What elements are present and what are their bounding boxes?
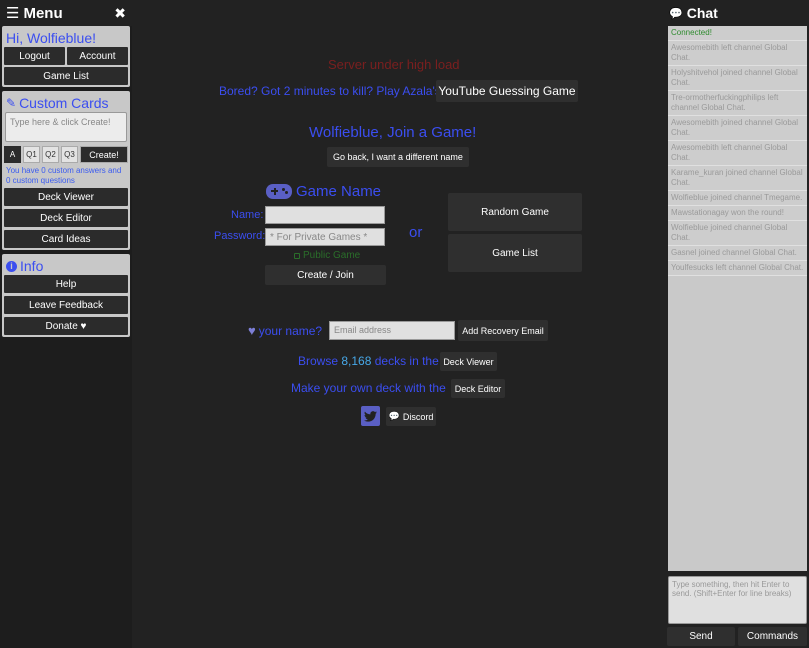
comment-icon: 💬 [388,411,400,421]
card-ideas-button[interactable]: Card Ideas [4,230,128,248]
account-button[interactable]: Account [67,47,128,65]
custom-cards-header: ✎ Custom Cards [4,93,128,112]
discord-label: Discord [402,411,434,422]
chat-bubble-icon: 💬 [669,7,683,20]
chat-message: Awesomebith left channel Global Chat. [668,141,807,166]
chat-message: Youlfesucks left channel Global Chat. [668,261,807,276]
info-title: Info [20,258,44,274]
help-button[interactable]: Help [4,275,128,293]
send-button[interactable]: Send [667,627,735,646]
load-banner: Server under high load [328,57,460,72]
chat-message-list[interactable]: Connected! Awesomebith left channel Glob… [668,26,807,571]
twitter-icon[interactable] [361,406,380,426]
browse-prefix: Browse [298,354,339,368]
game-name-header: Game Name [266,183,381,200]
menu-header: ☰ Menu ✖ [0,0,132,26]
add-recovery-email-button[interactable]: Add Recovery Email [458,320,548,341]
browse-text: Browse 8,168 decks in the [298,354,439,368]
game-name-input[interactable] [265,206,385,224]
password-label: Password: [214,230,266,242]
donate-button[interactable]: Donate ♥ [4,317,128,335]
account-panel: Hi, Wolfieblue! Logout Account Game List [2,26,130,87]
greeting: Hi, Wolfieblue! [6,30,97,46]
public-game-label: Public Game [303,250,361,261]
lock-icon [294,252,300,259]
chat-message: Wolfieblue joined channel Global Chat. [668,221,807,246]
deck-viewer-link-button[interactable]: Deck Viewer [440,352,497,371]
hamburger-icon: ☰ [6,5,20,22]
game-list-main-button[interactable]: Game List [448,234,582,272]
q1-type-button[interactable]: Q1 [23,146,40,163]
join-title: Wolfieblue, Join a Game! [309,124,477,141]
info-header: i Info [4,256,128,275]
recovery-prompt: ♥ your name? [248,323,322,338]
chat-message: Connected! [668,26,807,41]
close-icon[interactable]: ✖ [114,5,126,22]
public-game-status: Public Game [294,250,360,261]
custom-card-textarea[interactable]: Type here & click Create! [5,112,127,142]
commands-button[interactable]: Commands [738,627,807,646]
pencil-icon: ✎ [6,96,17,110]
create-card-button[interactable]: Create! [80,146,128,163]
custom-cards-note: You have 0 custom answers and 0 custom q… [6,166,122,185]
password-input[interactable]: * For Private Games * [265,228,385,246]
game-list-button[interactable]: Game List [4,67,128,85]
chat-message: Tre-ormotherfuckingphilips left channel … [668,91,807,116]
custom-cards-panel: ✎ Custom Cards Type here & click Create!… [2,91,130,250]
chat-input[interactable]: Type something, then hit Enter to send. … [668,576,807,624]
q3-type-button[interactable]: Q3 [61,146,78,163]
left-menu: ☰ Menu ✖ Hi, Wolfieblue! Logout Account … [0,0,132,648]
make-deck-text: Make your own deck with the [291,381,446,395]
gamepad-icon [266,184,292,199]
name-label: Name: [231,209,264,221]
deck-count: 8,168 [341,354,372,368]
deck-editor-button[interactable]: Deck Editor [4,209,128,227]
bored-text: Bored? Got 2 minutes to kill? Play Azala… [219,84,441,98]
deck-viewer-button[interactable]: Deck Viewer [4,188,128,206]
chat-message: Karame_kuran joined channel Global Chat. [668,166,807,191]
q2-type-button[interactable]: Q2 [42,146,59,163]
heart-icon: ♥ [248,323,256,338]
game-name-title: Game Name [296,183,382,200]
browse-suffix: decks in the [374,354,439,368]
go-back-button[interactable]: Go back, I want a different name [327,147,469,167]
youtube-game-button[interactable]: YouTube Guessing Game [436,80,578,102]
chat-message: Wolfieblue joined channel Tmegame. [668,191,807,206]
or-label: or [409,224,423,241]
discord-button[interactable]: 💬 Discord [386,407,436,426]
info-panel: i Info Help Leave Feedback Donate ♥ [2,254,130,337]
chat-title: Chat [686,5,718,21]
chat-panel: 💬 Chat Connected! Awesomebith left chann… [666,0,809,648]
deck-editor-link-button[interactable]: Deck Editor [451,379,505,398]
your-name-label: your name? [258,323,323,338]
chat-header: 💬 Chat [666,0,809,26]
leave-feedback-button[interactable]: Leave Feedback [4,296,128,314]
random-game-button[interactable]: Random Game [448,193,582,231]
email-input[interactable]: Email address [329,321,455,340]
chat-message: Awesomebith joined channel Global Chat. [668,116,807,141]
chat-message: Gasnel joined channel Global Chat. [668,246,807,261]
card-type-row: A Q1 Q2 Q3 Create! [4,146,128,163]
chat-message: Mawstationagay won the round! [668,206,807,221]
logout-button[interactable]: Logout [4,47,65,65]
create-join-button[interactable]: Create / Join [265,265,386,285]
custom-cards-title: Custom Cards [19,95,109,111]
chat-message: Awesomebith left channel Global Chat. [668,41,807,66]
chat-message: Holyshitvehol joined channel Global Chat… [668,66,807,91]
menu-title: Menu [23,4,63,22]
answer-type-button[interactable]: A [4,146,21,163]
info-icon: i [6,260,17,272]
